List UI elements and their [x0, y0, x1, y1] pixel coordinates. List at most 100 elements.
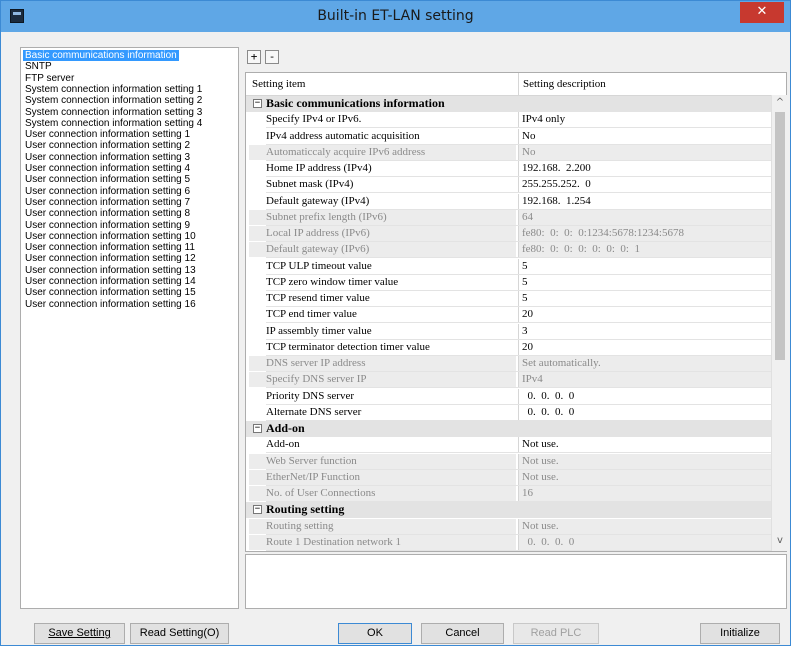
tree-item[interactable]: User connection information setting 8 — [23, 208, 192, 219]
setting-value[interactable]: 0. 0. 0. 0 — [518, 388, 771, 404]
setting-row[interactable]: Specify IPv4 or IPv6. IPv4 only — [246, 112, 771, 129]
setting-value[interactable]: IPv4 only — [518, 112, 771, 128]
setting-value: Not use. — [518, 453, 771, 469]
setting-value[interactable]: 20 — [518, 307, 771, 323]
ok-button[interactable]: OK — [338, 623, 412, 644]
setting-row[interactable]: No. of User Connections 16 — [246, 486, 771, 502]
setting-item-label: No. of User Connections — [249, 486, 516, 501]
read-plc-button[interactable]: Read PLC — [513, 623, 599, 644]
setting-item-label: TCP resend timer value — [266, 292, 370, 304]
setting-row[interactable]: TCP resend timer value 5 — [246, 291, 771, 307]
setting-row[interactable]: Priority DNS server 0. 0. 0. 0 — [246, 388, 771, 405]
cancel-button[interactable]: Cancel — [421, 623, 504, 644]
setting-item-label: Subnet prefix length (IPv6) — [249, 209, 516, 225]
setting-value[interactable]: 5 — [518, 291, 771, 306]
tree-item[interactable]: User connection information setting 12 — [23, 253, 198, 264]
setting-row[interactable]: TCP ULP timeout value 5 — [246, 258, 771, 275]
collapse-all-button[interactable]: - — [265, 50, 279, 64]
setting-row[interactable]: TCP zero window timer value 5 — [246, 274, 771, 291]
tree-item[interactable]: User connection information setting 1 — [23, 129, 192, 140]
section-row[interactable]: − Add-on — [246, 421, 771, 437]
tree-item[interactable]: User connection information setting 4 — [23, 163, 192, 174]
save-setting-button[interactable]: Save Setting — [34, 623, 125, 644]
tree-item[interactable]: System connection information setting 4 — [23, 118, 204, 129]
setting-item-label: IPv4 address automatic acquisition — [266, 129, 420, 142]
setting-row[interactable]: Routing setting Not use. — [246, 518, 771, 535]
section-row[interactable]: − Basic communications information — [246, 96, 771, 112]
setting-item-label: Priority DNS server — [266, 389, 354, 402]
setting-row[interactable]: Subnet mask (IPv4) 255.255.252. 0 — [246, 177, 771, 194]
tree-item[interactable]: User connection information setting 16 — [23, 299, 198, 310]
title-bar[interactable]: Built-in ET-LAN setting ✕ — [1, 1, 790, 32]
setting-value[interactable]: 192.168. 2.200 — [518, 161, 771, 176]
setting-row[interactable]: Specify DNS server IP IPv4 — [246, 372, 771, 389]
scroll-down-arrow-icon[interactable]: v — [774, 535, 786, 547]
tree-item[interactable]: FTP server — [23, 73, 76, 84]
close-button[interactable]: ✕ — [740, 2, 784, 23]
setting-value[interactable]: No — [518, 128, 771, 144]
section-row[interactable]: − Routing setting — [246, 502, 771, 519]
column-separator — [518, 73, 519, 95]
scroll-up-arrow-icon[interactable]: ^ — [774, 97, 786, 109]
read-plc-label: Read PLC — [530, 627, 582, 639]
tree-item[interactable]: User connection information setting 5 — [23, 174, 192, 185]
setting-value[interactable]: 5 — [518, 258, 771, 274]
setting-row[interactable]: Destination subnet mask 1 0. 0. 0. 0 — [246, 551, 771, 552]
tree-item[interactable]: User connection information setting 9 — [23, 220, 192, 231]
setting-row[interactable]: Default gateway (IPv4) 192.168. 1.254 — [246, 193, 771, 210]
grid-scrollbar[interactable]: ^ v — [771, 95, 787, 551]
tree-item[interactable]: User connection information setting 13 — [23, 265, 198, 276]
setting-item-label: TCP end timer value — [266, 308, 357, 321]
setting-value[interactable]: 3 — [518, 323, 771, 339]
setting-row[interactable]: IP assembly timer value 3 — [246, 323, 771, 340]
close-icon: ✕ — [756, 4, 768, 19]
setting-value: fe80: 0: 0: 0:1234:5678:1234:5678 — [518, 226, 771, 241]
setting-item-label: TCP terminator detection timer value — [266, 340, 430, 353]
tree-item[interactable]: User connection information setting 15 — [23, 287, 198, 298]
setting-row[interactable]: TCP terminator detection timer value 20 — [246, 339, 771, 356]
tree-item[interactable]: User connection information setting 2 — [23, 140, 192, 151]
read-setting-button[interactable]: Read Setting(O) — [130, 623, 229, 644]
setting-row[interactable]: Alternate DNS server 0. 0. 0. 0 — [246, 404, 771, 421]
tree-item[interactable]: User connection information setting 10 — [23, 231, 198, 242]
expand-all-button[interactable]: + — [247, 50, 261, 64]
setting-value[interactable]: 0. 0. 0. 0 — [518, 404, 771, 420]
setting-value[interactable]: 255.255.252. 0 — [518, 177, 771, 193]
settings-tree[interactable]: Basic communications information SNTP FTP … — [20, 47, 239, 609]
tree-item[interactable]: System connection information setting 2 — [23, 95, 204, 106]
setting-value[interactable]: Not use. — [518, 437, 771, 453]
tree-item[interactable]: SNTP — [23, 61, 54, 72]
setting-row[interactable]: Local IP address (IPv6) fe80: 0: 0: 0:123… — [246, 226, 771, 242]
setting-item-label: Destination subnet mask 1 — [249, 551, 516, 552]
tree-item[interactable]: User connection information setting 3 — [23, 152, 192, 163]
setting-item-label: Web Server function — [249, 453, 516, 469]
setting-row[interactable]: DNS server IP address Set automatically. — [246, 356, 771, 372]
save-setting-label: Save Setting — [48, 627, 111, 639]
setting-value[interactable]: 20 — [518, 339, 771, 355]
scroll-thumb[interactable] — [775, 112, 785, 360]
setting-value[interactable]: 192.168. 1.254 — [518, 193, 771, 209]
tree-item[interactable]: User connection information setting 14 — [23, 276, 198, 287]
setting-row[interactable]: EtherNet/IP Function Not use. — [246, 469, 771, 486]
setting-row[interactable]: Default gateway (IPv6) fe80: 0: 0: 0: 0: … — [246, 242, 771, 259]
tree-item[interactable]: Basic communications information — [23, 50, 179, 61]
tree-item[interactable]: User connection information setting 11 — [23, 242, 197, 253]
tree-item[interactable]: System connection information setting 1 — [23, 84, 204, 95]
initialize-button[interactable]: Initialize — [700, 623, 780, 644]
tree-item[interactable]: System connection information setting 3 — [23, 107, 204, 118]
setting-item-label: Automaticcaly acquire IPv6 address — [249, 144, 516, 160]
setting-row[interactable]: Web Server function Not use. — [246, 453, 771, 470]
tree-item[interactable]: User connection information setting 6 — [23, 186, 192, 197]
tree-item[interactable]: User connection information setting 7 — [23, 197, 192, 208]
setting-value[interactable]: 5 — [518, 274, 771, 290]
setting-row[interactable]: Route 1 Destination network 1 0. 0. 0. 0 — [246, 534, 771, 551]
setting-row[interactable]: IPv4 address automatic acquisition No — [246, 128, 771, 145]
setting-row[interactable]: Subnet prefix length (IPv6) 64 — [246, 209, 771, 226]
setting-row[interactable]: Automaticcaly acquire IPv6 address No — [246, 144, 771, 161]
setting-row[interactable]: TCP end timer value 20 — [246, 307, 771, 324]
setting-item-label: Local IP address (IPv6) — [249, 226, 516, 241]
setting-row[interactable]: Add-on Not use. — [246, 437, 771, 454]
setting-row[interactable]: Home IP address (IPv4) 192.168. 2.200 — [246, 161, 771, 177]
setting-value: No — [518, 144, 771, 160]
setting-value: 0. 0. 0. 0 — [518, 534, 771, 550]
